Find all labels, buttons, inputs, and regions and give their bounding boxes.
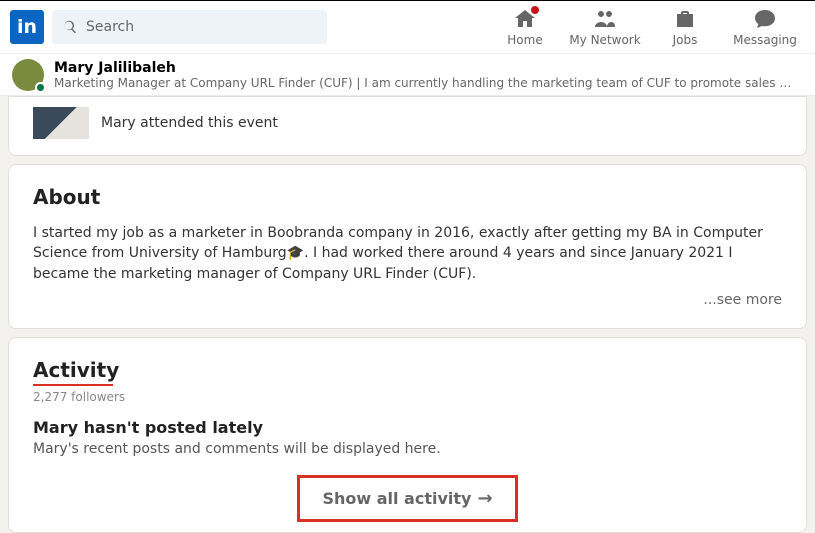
arrow-right-icon: → (477, 488, 492, 509)
activity-underline (33, 384, 113, 386)
empty-title: Mary hasn't posted lately (33, 418, 782, 437)
profile-name: Mary Jalilibaleh (54, 60, 794, 76)
profile-headline: Marketing Manager at Company URL Finder … (54, 76, 794, 90)
nav-jobs[interactable]: Jobs (645, 7, 725, 47)
show-all-activity-button[interactable]: Show all activity → (297, 475, 517, 522)
nav-home[interactable]: Home (485, 7, 565, 47)
event-thumbnail (33, 107, 89, 139)
linkedin-logo[interactable]: in (10, 10, 44, 44)
nav-messaging[interactable]: Messaging (725, 7, 805, 47)
messaging-icon (753, 7, 777, 31)
event-text: Mary attended this event (101, 115, 278, 131)
followers-count[interactable]: 2,277 followers (33, 390, 782, 404)
network-icon (593, 7, 617, 31)
jobs-icon (673, 7, 697, 31)
avatar (12, 59, 44, 91)
about-card: About I started my job as a marketer in … (8, 164, 807, 329)
notification-badge (529, 4, 541, 16)
event-card[interactable]: Mary attended this event (8, 96, 807, 156)
search-placeholder: Search (86, 19, 134, 35)
empty-subtitle: Mary's recent posts and comments will be… (33, 441, 782, 457)
search-box[interactable]: Search (52, 10, 327, 44)
about-body: I started my job as a marketer in Boobra… (33, 223, 782, 284)
activity-card: Activity 2,277 followers Mary hasn't pos… (8, 337, 807, 533)
activity-heading: Activity (33, 358, 119, 382)
search-icon (62, 19, 78, 35)
about-heading: About (33, 185, 782, 209)
top-nav: in Search Home My Network Jobs Messaging (0, 1, 815, 54)
nav-my-network[interactable]: My Network (565, 7, 645, 47)
profile-bar[interactable]: Mary Jalilibaleh Marketing Manager at Co… (0, 54, 815, 96)
presence-indicator (35, 82, 46, 93)
see-more-link[interactable]: ...see more (33, 292, 782, 308)
